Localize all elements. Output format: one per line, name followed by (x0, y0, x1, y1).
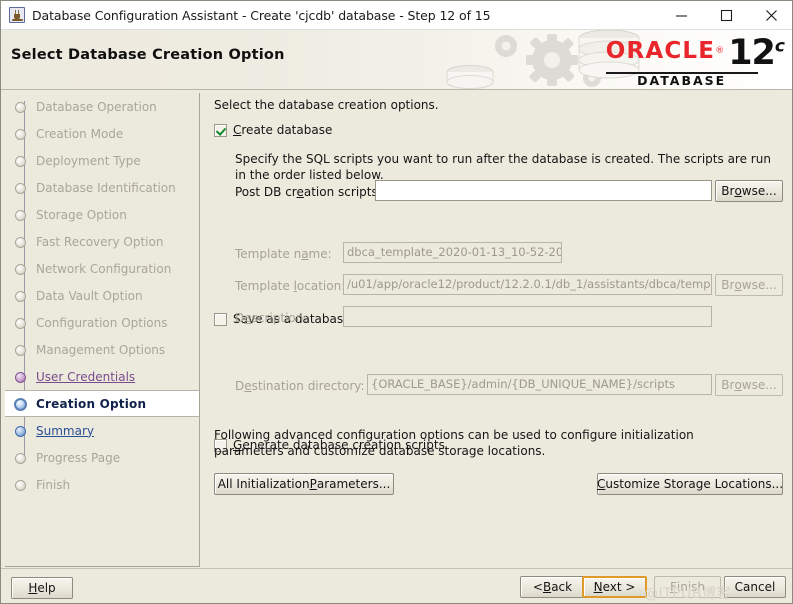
create-database-checkbox[interactable] (214, 124, 227, 137)
step-dot-icon (15, 291, 26, 302)
oracle-trademark: ® (715, 46, 724, 56)
help-button[interactable]: Help (11, 577, 73, 599)
sidebar-item-label: Finish (36, 478, 70, 492)
sidebar-item-label: Configuration Options (36, 316, 168, 330)
create-database-label: Create database (233, 124, 332, 137)
step-dot-icon (15, 183, 26, 194)
sidebar-item-label: Network Configuration (36, 262, 171, 276)
sidebar-item-label: Summary (36, 424, 94, 438)
sidebar-item-summary[interactable]: Summary (5, 417, 199, 444)
finish-button[interactable]: Finish (654, 576, 721, 598)
step-dot-icon (14, 398, 27, 411)
sidebar-item-label: Creation Option (36, 397, 146, 411)
oracle-wordmark: ORACLE (606, 40, 716, 63)
minimize-button[interactable] (659, 1, 704, 30)
oracle-logo: ORACLE® 12c DATABASE (606, 36, 784, 88)
sidebar-item-label: Deployment Type (36, 154, 141, 168)
sidebar-item-progress-page[interactable]: Progress Page (5, 444, 199, 471)
sidebar-item-label: User Credentials (36, 370, 135, 384)
step-dot-icon (15, 453, 26, 464)
window-controls (659, 1, 793, 30)
sidebar-item-label: Data Vault Option (36, 289, 143, 303)
template-location-browse-button[interactable]: Browse... (715, 274, 783, 296)
sidebar-item-label: Fast Recovery Option (36, 235, 163, 249)
destination-directory-label: Destination directory: (235, 379, 365, 393)
sidebar-item-label: Progress Page (36, 451, 120, 465)
main-content: Select the database creation options. Cr… (207, 93, 790, 567)
intro-text: Select the database creation options. (214, 98, 439, 112)
next-button[interactable]: Next > (582, 576, 647, 598)
sidebar-item-label: Storage Option (36, 208, 127, 222)
sidebar-item-label: Database Identification (36, 181, 176, 195)
sidebar-item-creation-option[interactable]: Creation Option (5, 390, 199, 417)
dbca-window: Database Configuration Assistant - Creat… (0, 0, 793, 604)
sidebar-item-management-options[interactable]: Management Options (5, 336, 199, 363)
step-dot-icon (15, 210, 26, 221)
close-button[interactable] (749, 1, 793, 30)
post-db-creation-scripts-label: Post DB creation scripts: (235, 185, 382, 199)
template-location-label: Template location: (235, 279, 345, 293)
sidebar-item-label: Database Operation (36, 100, 157, 114)
step-dot-icon (15, 156, 26, 167)
header-banner: Select Database Creation Option (1, 30, 793, 90)
sidebar-item-deployment-type[interactable]: Deployment Type (5, 147, 199, 174)
step-dot-icon (15, 426, 26, 437)
sidebar-item-finish[interactable]: Finish (5, 471, 199, 498)
template-description-label: Description: (235, 311, 307, 325)
page-title: Select Database Creation Option (11, 47, 285, 63)
step-dot-icon (15, 345, 26, 356)
oracle-product-name: DATABASE (606, 72, 758, 88)
sidebar-item-database-operation[interactable]: Database Operation (5, 93, 199, 120)
back-button[interactable]: < Back (520, 576, 585, 598)
sidebar-item-database-identification[interactable]: Database Identification (5, 174, 199, 201)
customize-storage-locations-button[interactable]: Customize Storage Locations... (597, 473, 783, 495)
step-dot-icon (15, 237, 26, 248)
template-name-label: Template name: (235, 247, 332, 261)
title-bar: Database Configuration Assistant - Creat… (1, 1, 793, 30)
destination-directory-input[interactable]: {ORACLE_BASE}/admin/{DB_UNIQUE_NAME}/scr… (367, 374, 712, 395)
advanced-options-note: Following advanced configuration options… (214, 427, 759, 459)
save-template-checkbox[interactable] (214, 313, 227, 326)
sidebar-item-label: Management Options (36, 343, 165, 357)
step-dot-icon (15, 102, 26, 113)
template-description-input[interactable] (343, 306, 712, 327)
wizard-steps-sidebar: Database Operation Creation Mode Deploym… (5, 93, 200, 567)
post-db-creation-scripts-input[interactable] (375, 180, 712, 201)
maximize-button[interactable] (704, 1, 749, 30)
step-dot-icon (15, 318, 26, 329)
step-dot-icon (15, 264, 26, 275)
sidebar-item-creation-mode[interactable]: Creation Mode (5, 120, 199, 147)
window-title: Database Configuration Assistant - Creat… (32, 8, 490, 23)
create-database-checkbox-row[interactable]: Create database (214, 124, 332, 137)
template-name-input[interactable]: dbca_template_2020-01-13_10-52-20 (343, 242, 562, 263)
oracle-version: 12 (728, 33, 775, 73)
cancel-button[interactable]: Cancel (724, 576, 786, 598)
java-cup-icon (9, 7, 25, 23)
step-dot-icon (15, 480, 26, 491)
sidebar-item-fast-recovery-option[interactable]: Fast Recovery Option (5, 228, 199, 255)
sidebar-item-storage-option[interactable]: Storage Option (5, 201, 199, 228)
template-location-input[interactable]: /u01/app/oracle12/product/12.2.0.1/db_1/… (343, 274, 712, 295)
sidebar-item-configuration-options[interactable]: Configuration Options (5, 309, 199, 336)
sidebar-item-network-configuration[interactable]: Network Configuration (5, 255, 199, 282)
destination-directory-browse-button[interactable]: Browse... (715, 374, 783, 396)
all-initialization-parameters-button[interactable]: All Initialization Parameters... (214, 473, 394, 495)
sidebar-item-user-credentials[interactable]: User Credentials (5, 363, 199, 390)
step-dot-icon (15, 129, 26, 140)
sidebar-item-data-vault-option[interactable]: Data Vault Option (5, 282, 199, 309)
footer-bar: Help < Back Next > Finish Cancel (1, 568, 793, 604)
sidebar-item-label: Creation Mode (36, 127, 123, 141)
create-database-description: Specify the SQL scripts you want to run … (235, 151, 775, 183)
oracle-version-suffix: c (775, 36, 784, 56)
post-db-creation-scripts-browse-button[interactable]: Browse... (715, 180, 783, 202)
step-dot-icon (15, 372, 26, 383)
